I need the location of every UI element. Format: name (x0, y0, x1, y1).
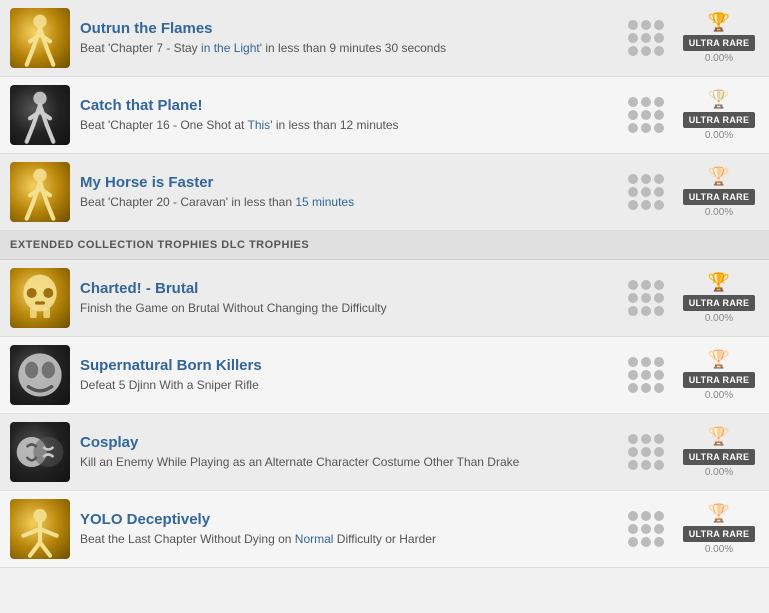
trophy-title-supernatural: Supernatural Born Killers (80, 357, 618, 374)
trophy-row-catch: Catch that Plane! Beat 'Chapter 16 - One … (0, 77, 769, 154)
ultra-rare-badge-charted: ULTRA RARE (683, 295, 756, 311)
trophy-icon-outrun (10, 8, 70, 68)
trophy-info-outrun: Outrun the Flames Beat 'Chapter 7 - Stay … (80, 20, 618, 57)
trophy-row-supernatural: Supernatural Born Killers Defeat 5 Djinn … (0, 337, 769, 414)
section-label: EXTENDED COLLECTION TROPHIES DLC TROPHIE… (10, 239, 309, 251)
dots-cosplay (628, 434, 664, 470)
trophy-desc-supernatural: Defeat 5 Djinn With a Sniper Rifle (80, 377, 618, 394)
trophy-title-yolo: YOLO Deceptively (80, 511, 618, 528)
trophy-icon-cosplay (10, 422, 70, 482)
trophy-badge-catch: 🏆 ULTRA RARE 0.00% (679, 89, 759, 141)
trophy-row-horse: My Horse is Faster Beat 'Chapter 20 - Car… (0, 154, 769, 231)
trophy-info-cosplay: Cosplay Kill an Enemy While Playing as an… (80, 434, 618, 471)
trophy-title-horse: My Horse is Faster (80, 174, 618, 191)
trophy-info-catch: Catch that Plane! Beat 'Chapter 16 - One … (80, 97, 618, 134)
rarity-pct-outrun: 0.00% (705, 53, 733, 64)
dots-yolo (628, 511, 664, 547)
dots-horse (628, 174, 664, 210)
trophy-cup-charted: 🏆 (708, 272, 730, 293)
dots-catch (628, 97, 664, 133)
trophy-badge-outrun: 🏆 ULTRA RARE 0.00% (679, 12, 759, 64)
ultra-rare-badge-yolo: ULTRA RARE (683, 526, 756, 542)
trophy-cup-yolo: 🏆 (708, 503, 730, 524)
trophy-info-horse: My Horse is Faster Beat 'Chapter 20 - Car… (80, 174, 618, 211)
rarity-pct-horse: 0.00% (705, 207, 733, 218)
trophy-desc-outrun: Beat 'Chapter 7 - Stay in the Light' in … (80, 40, 618, 57)
trophy-icon-yolo (10, 499, 70, 559)
trophy-desc-charted: Finish the Game on Brutal Without Changi… (80, 300, 618, 317)
dots-charted (628, 280, 664, 316)
trophy-cup-catch: 🏆 (708, 89, 730, 110)
trophy-desc-catch: Beat 'Chapter 16 - One Shot at This' in … (80, 117, 618, 134)
trophy-cup-horse: 🏆 (708, 166, 730, 187)
trophy-desc-cosplay: Kill an Enemy While Playing as an Altern… (80, 454, 618, 471)
rarity-pct-yolo: 0.00% (705, 544, 733, 555)
trophy-icon-charted (10, 268, 70, 328)
trophy-badge-cosplay: 🏆 ULTRA RARE 0.00% (679, 426, 759, 478)
rarity-pct-charted: 0.00% (705, 313, 733, 324)
trophy-row-outrun: Outrun the Flames Beat 'Chapter 7 - Stay … (0, 0, 769, 77)
rarity-pct-supernatural: 0.00% (705, 390, 733, 401)
trophy-desc-horse: Beat 'Chapter 20 - Caravan' in less than… (80, 194, 618, 211)
rarity-pct-cosplay: 0.00% (705, 467, 733, 478)
trophy-title-cosplay: Cosplay (80, 434, 618, 451)
trophy-cup-cosplay: 🏆 (708, 426, 730, 447)
trophy-icon-horse (10, 162, 70, 222)
trophy-badge-horse: 🏆 ULTRA RARE 0.00% (679, 166, 759, 218)
trophy-icon-supernatural (10, 345, 70, 405)
trophy-icon-catch (10, 85, 70, 145)
trophy-badge-yolo: 🏆 ULTRA RARE 0.00% (679, 503, 759, 555)
ultra-rare-badge-horse: ULTRA RARE (683, 189, 756, 205)
trophy-info-yolo: YOLO Deceptively Beat the Last Chapter Wi… (80, 511, 618, 548)
dlc-section-header: EXTENDED COLLECTION TROPHIES DLC TROPHIE… (0, 231, 769, 260)
trophy-cup-outrun: 🏆 (708, 12, 730, 33)
trophy-cup-supernatural: 🏆 (708, 349, 730, 370)
trophy-title-outrun: Outrun the Flames (80, 20, 618, 37)
ultra-rare-badge-supernatural: ULTRA RARE (683, 372, 756, 388)
trophy-title-catch: Catch that Plane! (80, 97, 618, 114)
trophy-info-charted: Charted! - Brutal Finish the Game on Brut… (80, 280, 618, 317)
trophy-row-yolo: YOLO Deceptively Beat the Last Chapter Wi… (0, 491, 769, 568)
dots-outrun (628, 20, 664, 56)
rarity-pct-catch: 0.00% (705, 130, 733, 141)
dots-supernatural (628, 357, 664, 393)
trophy-row-cosplay: Cosplay Kill an Enemy While Playing as an… (0, 414, 769, 491)
trophy-title-charted: Charted! - Brutal (80, 280, 618, 297)
trophy-info-supernatural: Supernatural Born Killers Defeat 5 Djinn … (80, 357, 618, 394)
ultra-rare-badge-outrun: ULTRA RARE (683, 35, 756, 51)
trophy-badge-charted: 🏆 ULTRA RARE 0.00% (679, 272, 759, 324)
ultra-rare-badge-catch: ULTRA RARE (683, 112, 756, 128)
trophy-row-charted: Charted! - Brutal Finish the Game on Brut… (0, 260, 769, 337)
trophy-desc-yolo: Beat the Last Chapter Without Dying on N… (80, 531, 618, 548)
trophy-badge-supernatural: 🏆 ULTRA RARE 0.00% (679, 349, 759, 401)
ultra-rare-badge-cosplay: ULTRA RARE (683, 449, 756, 465)
